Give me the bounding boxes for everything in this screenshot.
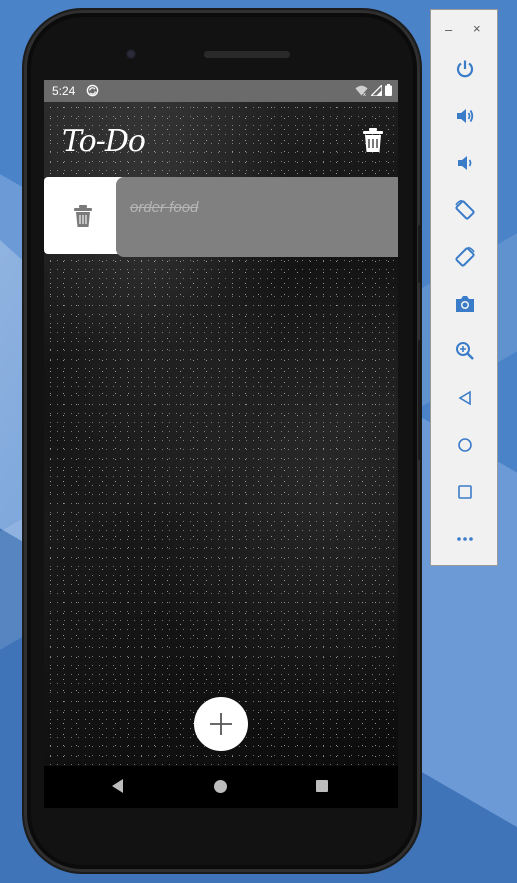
delete-all-trash-icon[interactable] xyxy=(362,127,384,153)
volume-up-icon xyxy=(457,109,474,123)
app-title: To-Do xyxy=(62,124,146,159)
battery-icon xyxy=(385,84,392,96)
power-side-button xyxy=(418,340,422,460)
emulator-home-button[interactable] xyxy=(453,433,477,457)
earpiece-speaker xyxy=(204,51,290,58)
back-icon[interactable] xyxy=(112,779,124,793)
svg-text:x: x xyxy=(363,92,366,96)
signal-icon xyxy=(371,84,382,96)
app-screen: 5:24 x To-Do order food xyxy=(44,80,398,766)
plus-icon xyxy=(210,713,232,735)
rotate-right-button[interactable] xyxy=(453,245,477,269)
sync-icon xyxy=(86,84,99,97)
trash-icon[interactable] xyxy=(73,204,93,228)
todo-item-text: order food xyxy=(130,199,199,216)
recents-icon[interactable] xyxy=(316,780,328,792)
rotate-left-icon xyxy=(455,199,475,220)
overview-icon xyxy=(458,485,472,499)
status-time: 5:24 xyxy=(52,84,76,98)
emulator-overview-button[interactable] xyxy=(453,480,477,504)
front-camera xyxy=(126,49,136,59)
home-icon xyxy=(458,438,472,452)
back-icon xyxy=(458,390,471,406)
zoom-button[interactable] xyxy=(453,339,477,363)
wifi-icon: x xyxy=(355,85,368,96)
volume-down-button[interactable] xyxy=(453,151,477,175)
zoom-icon xyxy=(456,342,474,360)
volume-side-button xyxy=(418,225,422,283)
minimize-button[interactable]: – xyxy=(445,22,452,37)
status-icons: x xyxy=(355,84,392,96)
volume-down-icon xyxy=(458,156,472,170)
screenshot-button[interactable] xyxy=(453,292,477,316)
home-icon[interactable] xyxy=(214,780,227,793)
volume-up-button[interactable] xyxy=(453,104,477,128)
more-icon xyxy=(457,537,473,541)
android-nav-bar xyxy=(44,766,398,808)
rotate-left-button[interactable] xyxy=(453,198,477,222)
power-button[interactable] xyxy=(453,57,477,81)
add-todo-button[interactable] xyxy=(194,697,248,751)
emulator-toolbar: – × xyxy=(430,9,498,566)
more-button[interactable] xyxy=(453,527,477,551)
todo-item[interactable]: order food xyxy=(116,177,398,257)
rotate-right-icon xyxy=(455,246,475,267)
camera-icon xyxy=(456,296,474,312)
close-button[interactable]: × xyxy=(473,21,481,36)
status-bar: 5:24 x xyxy=(44,80,398,102)
power-icon xyxy=(456,60,474,78)
emulator-back-button[interactable] xyxy=(453,386,477,410)
